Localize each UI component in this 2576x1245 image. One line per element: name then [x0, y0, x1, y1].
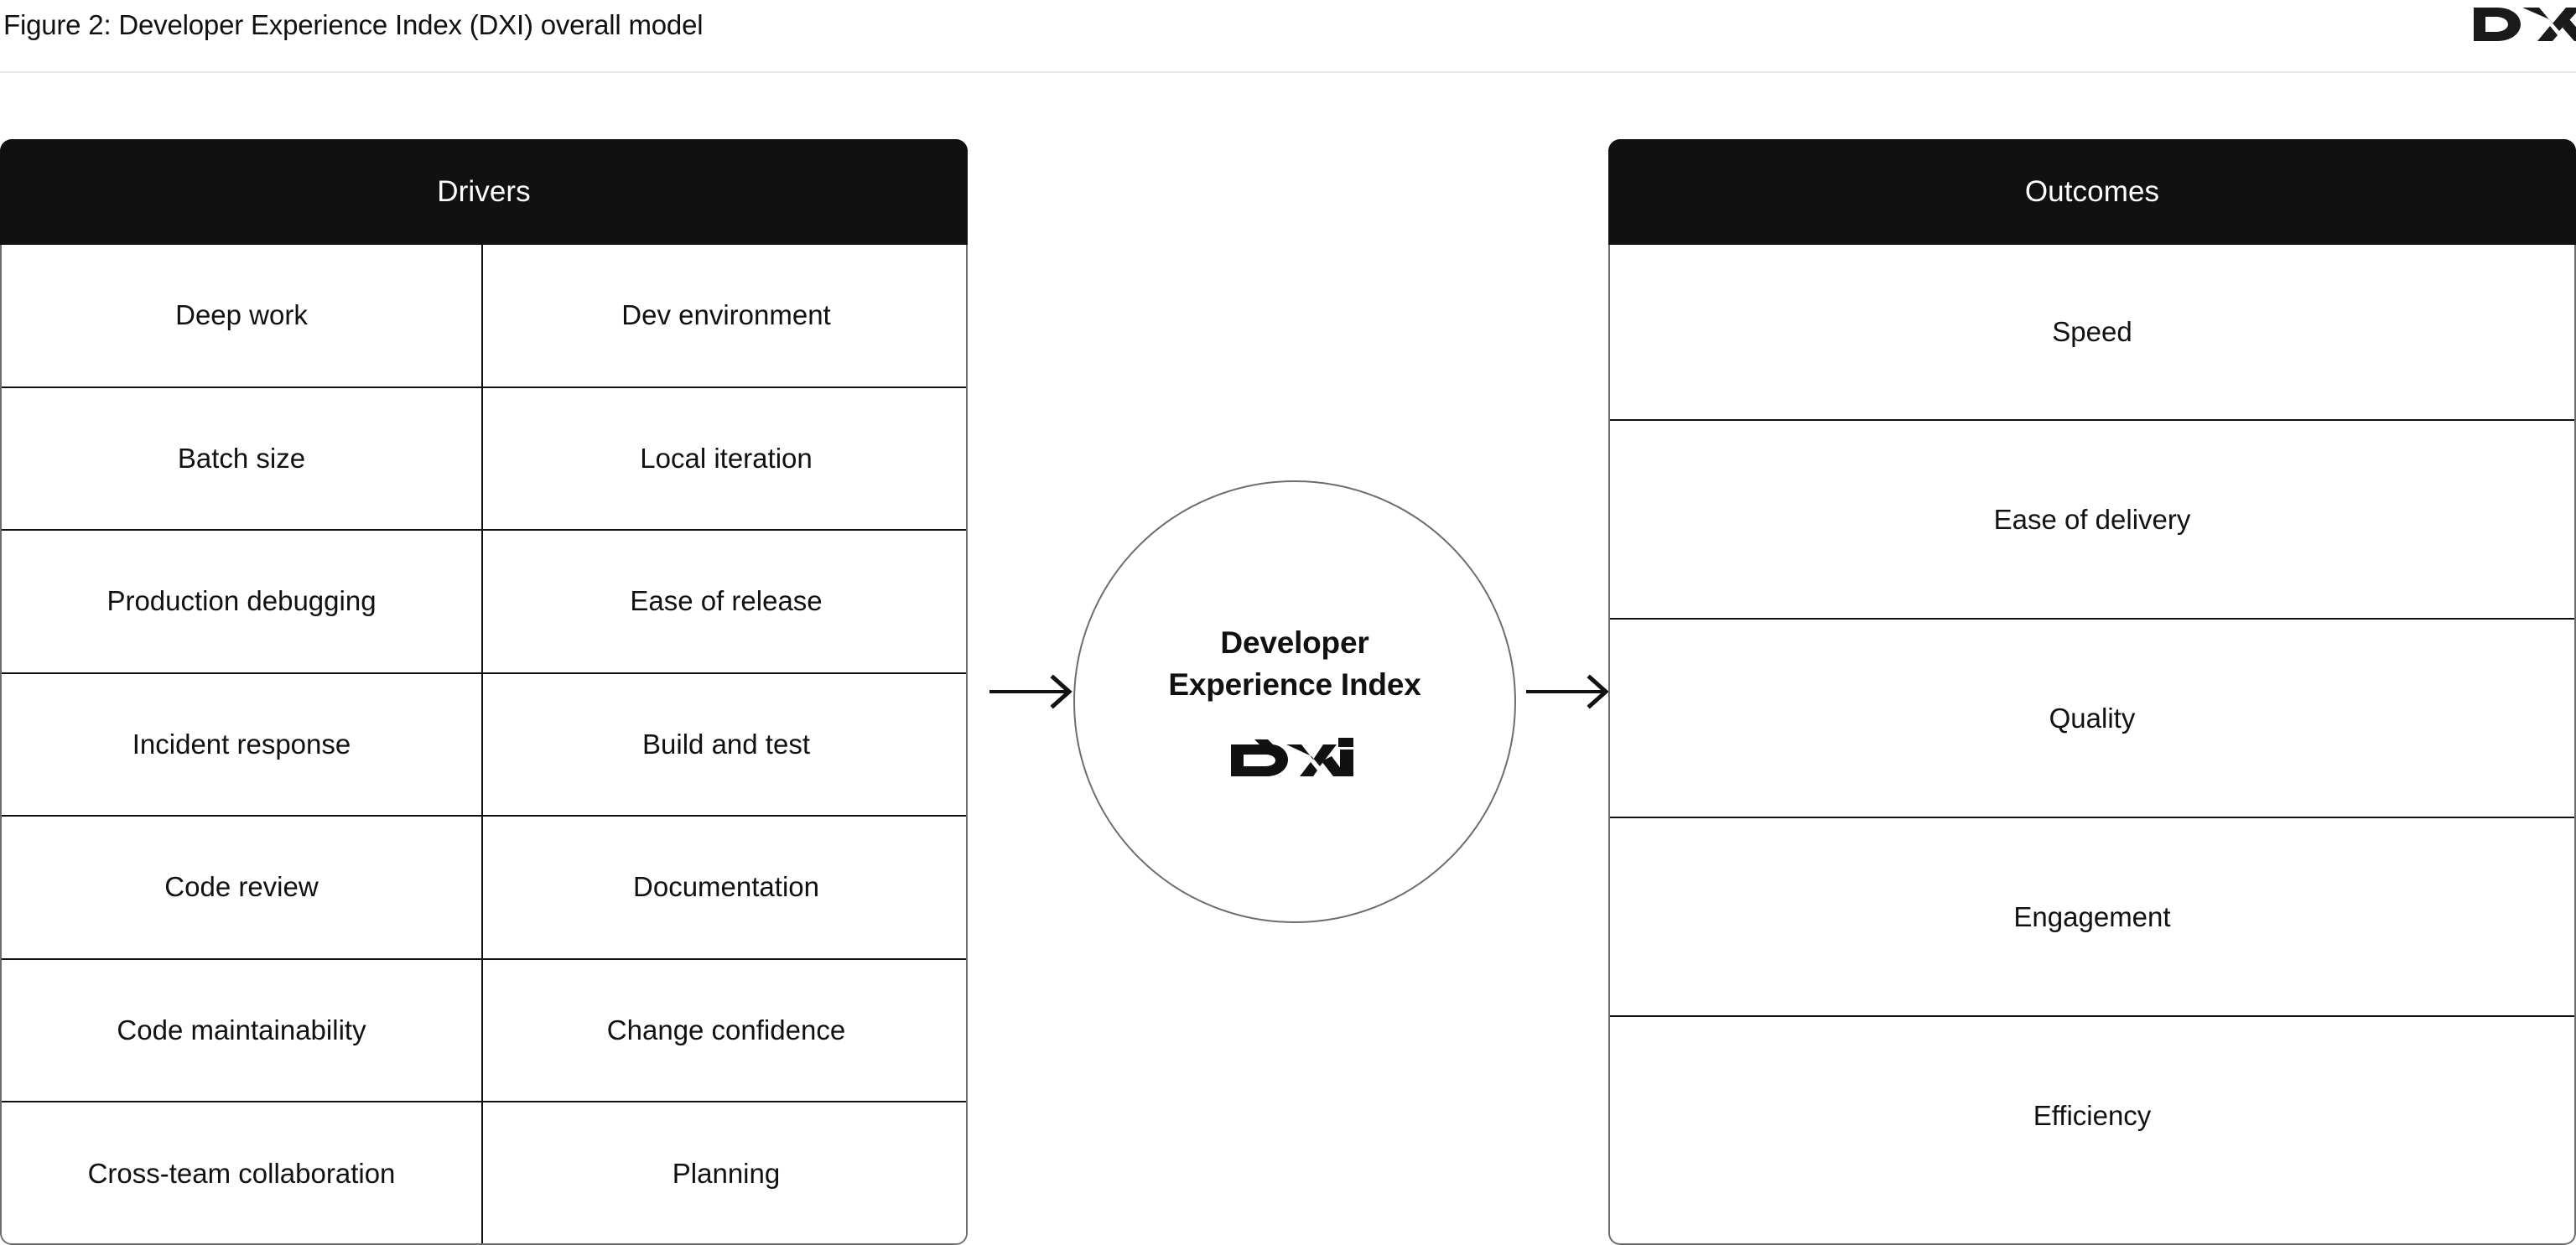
- driver-cell[interactable]: Batch size: [2, 387, 483, 531]
- driver-cell[interactable]: Ease of release: [483, 531, 966, 674]
- driver-cell[interactable]: Dev environment: [483, 245, 966, 388]
- dxi-title-line-1: Developer: [1220, 625, 1369, 660]
- dxi-title: Developer Experience Index: [1168, 622, 1420, 706]
- driver-cell[interactable]: Code review: [2, 817, 483, 960]
- driver-cell[interactable]: Documentation: [483, 817, 966, 960]
- driver-cell[interactable]: Code maintainability: [2, 959, 483, 1102]
- arrow-right-icon: [988, 671, 1080, 713]
- dxi-logo-icon: [1229, 734, 1360, 781]
- driver-cell[interactable]: Build and test: [483, 673, 966, 817]
- driver-cell[interactable]: Incident response: [2, 673, 483, 817]
- dxi-title-line-2: Experience Index: [1168, 667, 1421, 702]
- driver-cell[interactable]: Planning: [483, 1102, 966, 1243]
- dx-logo-icon: [2472, 3, 2576, 46]
- drivers-grid: Deep work Dev environment Batch size Loc…: [0, 245, 968, 1245]
- arrow-right-icon: [1524, 671, 1617, 713]
- driver-cell[interactable]: Production debugging: [2, 531, 483, 674]
- outcomes-panel: Outcomes Speed Ease of delivery Quality …: [1608, 139, 2576, 1245]
- driver-cell[interactable]: Cross-team collaboration: [2, 1102, 483, 1243]
- page-title: Figure 2: Developer Experience Index (DX…: [3, 9, 704, 40]
- driver-cell[interactable]: Deep work: [2, 245, 483, 388]
- drivers-panel: Drivers Deep work Dev environment Batch …: [0, 139, 968, 1245]
- drivers-panel-header: Drivers: [0, 139, 968, 245]
- driver-cell[interactable]: Local iteration: [483, 387, 966, 531]
- header-divider: [0, 71, 2576, 73]
- outcomes-panel-header: Outcomes: [1608, 139, 2576, 245]
- outcome-cell[interactable]: Engagement: [1610, 818, 2574, 1017]
- figure-header: Figure 2: Developer Experience Index (DX…: [0, 0, 2576, 73]
- dxi-center-node: Developer Experience Index: [1073, 480, 1516, 923]
- outcome-cell[interactable]: Ease of delivery: [1610, 421, 2574, 620]
- outcomes-list: Speed Ease of delivery Quality Engagemen…: [1608, 245, 2576, 1245]
- outcome-cell[interactable]: Efficiency: [1610, 1017, 2574, 1214]
- driver-cell[interactable]: Change confidence: [483, 959, 966, 1102]
- outcome-cell[interactable]: Speed: [1610, 245, 2574, 421]
- outcome-cell[interactable]: Quality: [1610, 620, 2574, 818]
